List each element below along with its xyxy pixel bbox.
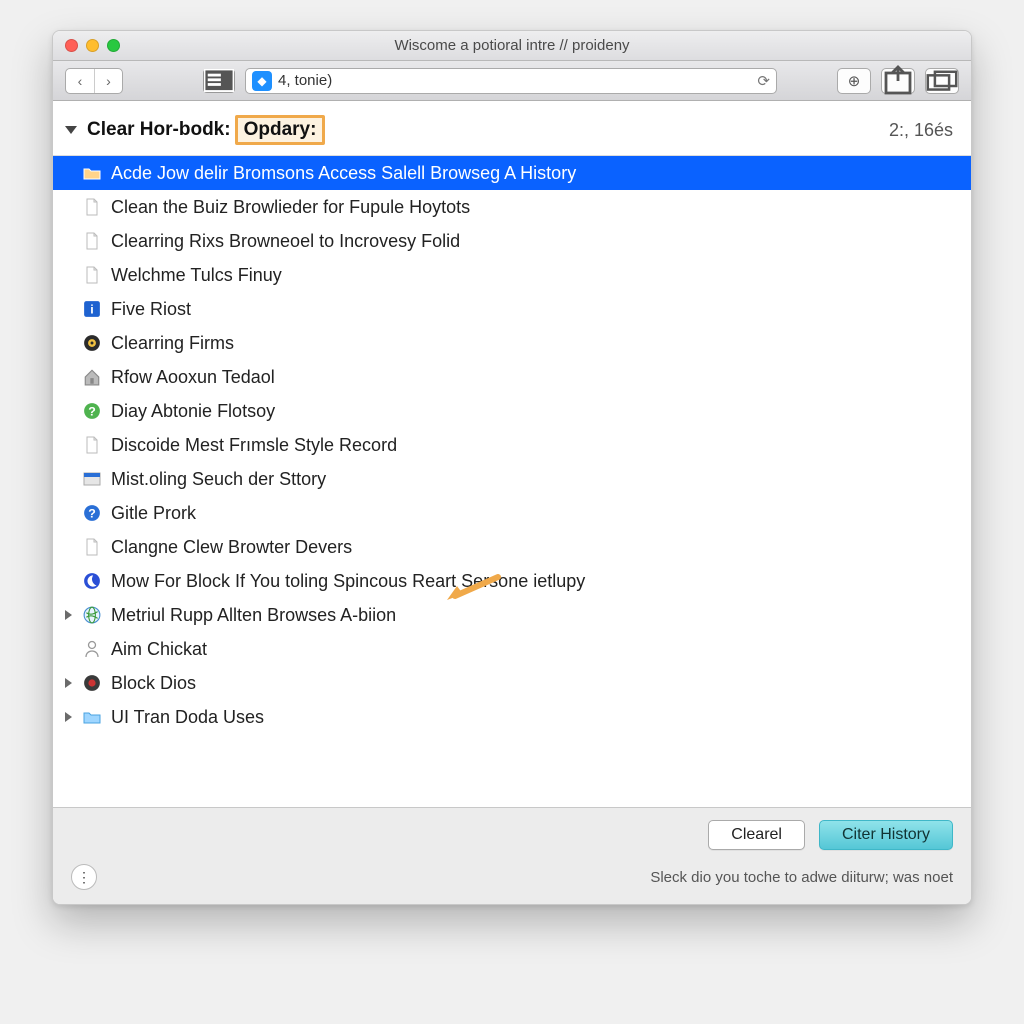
help-blue-icon: ? bbox=[83, 504, 101, 522]
globe-green-icon bbox=[83, 606, 101, 624]
expand-triangle-icon[interactable] bbox=[65, 678, 72, 688]
section-title: Clear Hor-bodk: bbox=[87, 119, 231, 141]
section-subtitle-highlight: Opdary: bbox=[235, 115, 326, 145]
history-list-container: Acde Jow delir Bromsons Access Salell Br… bbox=[53, 155, 971, 807]
list-item-label: Discoide Mest Frımsle Style Record bbox=[111, 435, 397, 456]
help-green-icon: ? bbox=[83, 402, 101, 420]
svg-text:i: i bbox=[90, 303, 93, 317]
list-item-label: Clearring Rixs Browneoel to Incrovesy Fo… bbox=[111, 231, 460, 252]
page-icon bbox=[83, 232, 101, 250]
home-gray-icon bbox=[83, 368, 101, 386]
list-item[interactable]: ? Diay Abtonie Flotsoy bbox=[53, 394, 971, 428]
list-item-label: Mow For Block If You toling Spincous Rea… bbox=[111, 571, 585, 592]
share-button[interactable] bbox=[881, 68, 915, 94]
list-item-label: Metriul Rupp Allten Browses A-biion bbox=[111, 605, 396, 626]
list-item[interactable]: Clean the Buiz Browlieder for Fupule Hoy… bbox=[53, 190, 971, 224]
nav-buttons: ‹ › bbox=[65, 68, 123, 94]
clear-button[interactable]: Clearel bbox=[708, 820, 805, 850]
list-item-label: Mist.oling Seuch der Sttory bbox=[111, 469, 326, 490]
list-item[interactable]: Aim Chickat bbox=[53, 632, 971, 666]
sidebar-toggle-button[interactable] bbox=[203, 69, 235, 93]
list-item-label: Block Dios bbox=[111, 673, 196, 694]
folder-blue-icon bbox=[83, 708, 101, 726]
bar-blue-icon bbox=[83, 470, 101, 488]
page-icon bbox=[83, 198, 101, 216]
svg-text:?: ? bbox=[88, 405, 96, 419]
site-shield-icon: ◆ bbox=[252, 71, 272, 91]
list-item[interactable]: Discoide Mest Frımsle Style Record bbox=[53, 428, 971, 462]
list-item-label: Diay Abtonie Flotsoy bbox=[111, 401, 275, 422]
window-title: Wiscome a potioral intre // proideny bbox=[53, 37, 971, 54]
list-item[interactable]: i Five Riost bbox=[53, 292, 971, 326]
record-red-icon bbox=[83, 674, 101, 692]
page-gray-icon bbox=[83, 266, 101, 284]
status-text: Sleck dio you toche to adwe diiturw; was… bbox=[650, 869, 953, 886]
list-item-label: Welchme Tulcs Finuy bbox=[111, 265, 282, 286]
person-gray-icon bbox=[83, 640, 101, 658]
list-item[interactable]: Mist.oling Seuch der Sttory bbox=[53, 462, 971, 496]
disclosure-triangle-icon[interactable] bbox=[65, 126, 77, 134]
toolbar: ‹ › ◆ 4, tonie) ⟳ ⊕ bbox=[53, 61, 971, 101]
moon-blue-icon bbox=[83, 572, 101, 590]
tabs-button[interactable] bbox=[925, 68, 959, 94]
expand-triangle-icon[interactable] bbox=[65, 712, 72, 722]
list-item[interactable]: Rfow Aooxun Tedaol bbox=[53, 360, 971, 394]
list-item-label: Clangne Clew Browter Devers bbox=[111, 537, 352, 558]
section-header[interactable]: Clear Hor-bodk: Opdary: 2:, 16és bbox=[53, 101, 971, 155]
address-bar[interactable]: ◆ 4, tonie) ⟳ bbox=[245, 68, 777, 94]
forward-button[interactable]: › bbox=[94, 69, 122, 93]
titlebar: Wiscome a potioral intre // proideny bbox=[53, 31, 971, 61]
reader-button[interactable]: ⊕ bbox=[837, 68, 871, 94]
info-blue-icon: i bbox=[83, 300, 101, 318]
history-list[interactable]: Acde Jow delir Bromsons Access Salell Br… bbox=[53, 156, 971, 807]
folder-orange-icon bbox=[83, 164, 101, 182]
list-item[interactable]: Mow For Block If You toling Spincous Rea… bbox=[53, 564, 971, 598]
list-item[interactable]: Clearring Rixs Browneoel to Incrovesy Fo… bbox=[53, 224, 971, 258]
confirm-history-button[interactable]: Citer History bbox=[819, 820, 953, 850]
list-item-label: Aim Chickat bbox=[111, 639, 207, 660]
page-icon bbox=[83, 538, 101, 556]
list-item-label: UI Tran Doda Uses bbox=[111, 707, 264, 728]
browser-window: Wiscome a potioral intre // proideny ‹ ›… bbox=[52, 30, 972, 905]
record-gold-icon bbox=[83, 334, 101, 352]
list-item[interactable]: UI Tran Doda Uses bbox=[53, 700, 971, 734]
svg-text:?: ? bbox=[88, 507, 96, 521]
list-item-label: Five Riost bbox=[111, 299, 191, 320]
reload-icon[interactable]: ⟳ bbox=[757, 72, 770, 90]
list-item[interactable]: Metriul Rupp Allten Browses A-biion bbox=[53, 598, 971, 632]
footer: Clearel Citer History ⋮ Sleck dio you to… bbox=[53, 807, 971, 904]
expand-triangle-icon[interactable] bbox=[65, 610, 72, 620]
list-item-label: Acde Jow delir Bromsons Access Salell Br… bbox=[111, 163, 576, 184]
section-timestamp: 2:, 16és bbox=[889, 120, 953, 141]
list-item-label: Rfow Aooxun Tedaol bbox=[111, 367, 275, 388]
list-item[interactable]: Clearring Firms bbox=[53, 326, 971, 360]
content-pane: Clear Hor-bodk: Opdary: 2:, 16és Acde Jo… bbox=[53, 101, 971, 904]
list-item-label: Clearring Firms bbox=[111, 333, 234, 354]
list-item[interactable]: Acde Jow delir Bromsons Access Salell Br… bbox=[53, 156, 971, 190]
list-item-label: Clean the Buiz Browlieder for Fupule Hoy… bbox=[111, 197, 470, 218]
list-item[interactable]: Block Dios bbox=[53, 666, 971, 700]
more-options-button[interactable]: ⋮ bbox=[71, 864, 97, 890]
back-button[interactable]: ‹ bbox=[66, 69, 94, 93]
list-item[interactable]: Welchme Tulcs Finuy bbox=[53, 258, 971, 292]
list-item-label: Gitle Prork bbox=[111, 503, 196, 524]
list-item[interactable]: Clangne Clew Browter Devers bbox=[53, 530, 971, 564]
address-text: 4, tonie) bbox=[278, 72, 757, 89]
page-icon bbox=[83, 436, 101, 454]
list-item[interactable]: ? Gitle Prork bbox=[53, 496, 971, 530]
